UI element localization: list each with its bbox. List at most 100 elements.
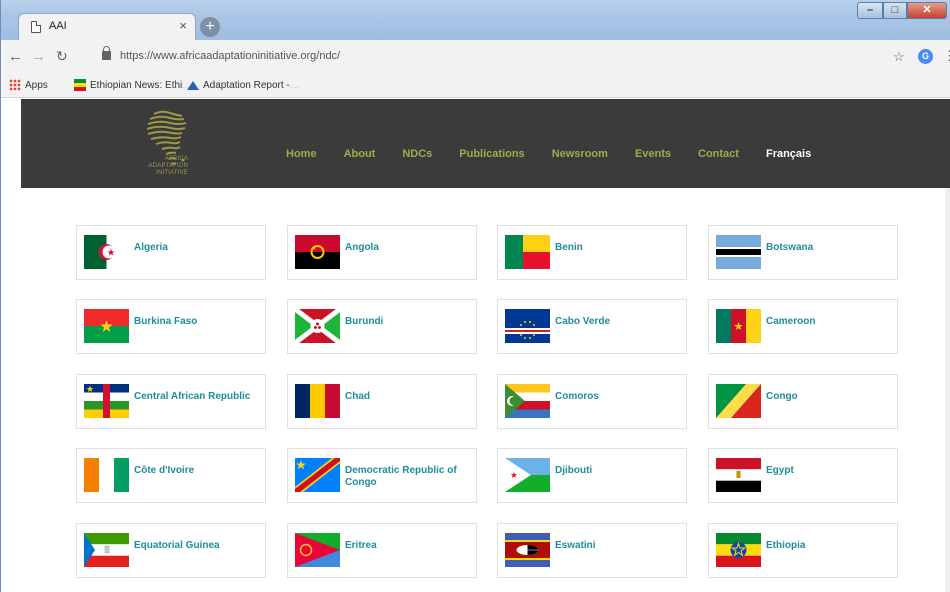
country-name-link[interactable]: Congo <box>766 391 894 403</box>
forward-arrow-icon[interactable]: → <box>31 48 46 65</box>
country-name-link[interactable]: Chad <box>345 391 473 403</box>
nav-ndcs[interactable]: NDCs <box>402 148 432 160</box>
equatorial-guinea-flag-icon <box>84 533 129 567</box>
country-name-link[interactable]: Egypt <box>766 465 894 477</box>
country-name-link[interactable]: Comoros <box>555 391 683 403</box>
country-name-link[interactable]: Cameroon <box>766 316 894 328</box>
country-card-egypt[interactable]: Egypt <box>708 448 898 503</box>
back-arrow-icon[interactable]: ← <box>8 48 23 65</box>
nav-about[interactable]: About <box>344 148 376 160</box>
country-card-equatorial-guinea[interactable]: Equatorial Guinea <box>76 523 266 578</box>
country-name-link[interactable]: Algeria <box>134 242 262 254</box>
country-card-burkina-faso[interactable]: Burkina Faso <box>76 299 266 354</box>
country-card-algeria[interactable]: Algeria <box>76 225 266 280</box>
country-name-link[interactable]: Djibouti <box>555 465 683 477</box>
country-card-eritrea[interactable]: Eritrea <box>287 523 477 578</box>
window-controls: – □ ✕ <box>857 2 947 20</box>
nav-contact[interactable]: Contact <box>698 148 739 160</box>
country-name-link[interactable]: Equatorial Guinea <box>134 540 262 552</box>
congo-flag-icon <box>716 384 761 418</box>
cameroon-flag-icon <box>716 309 761 343</box>
page-icon <box>31 21 41 33</box>
bookmark-star-icon[interactable]: ☆ <box>893 49 905 65</box>
angola-flag-icon <box>295 235 340 269</box>
country-card-chad[interactable]: Chad <box>287 374 477 429</box>
browser-window: AAI × + – □ ✕ ← → ↻ https://www.africaad… <box>0 0 950 592</box>
country-name-link[interactable]: Botswana <box>766 242 894 254</box>
nav-events[interactable]: Events <box>635 148 671 160</box>
country-card-cameroon[interactable]: Cameroon <box>708 299 898 354</box>
eritrea-flag-icon <box>295 533 340 567</box>
nav-francais[interactable]: Français <box>766 148 811 160</box>
djibouti-flag-icon <box>505 458 550 492</box>
nav-newsroom[interactable]: Newsroom <box>552 148 608 160</box>
burkina-faso-flag-icon <box>84 309 129 343</box>
nav-publications[interactable]: Publications <box>459 148 524 160</box>
menu-kebab-icon[interactable]: ⋮ <box>943 48 950 64</box>
address-bar[interactable]: https://www.africaadaptationinitiative.o… <box>98 46 878 67</box>
country-name-link[interactable]: Cabo Verde <box>555 316 683 328</box>
country-name-link[interactable]: Côte d'Ivoire <box>134 465 262 477</box>
country-card-djibouti[interactable]: Djibouti <box>497 448 687 503</box>
bookmark-label: Ethiopian News: Ethi <box>90 79 183 91</box>
country-card-cote-divoire[interactable]: Côte d'Ivoire <box>76 448 266 503</box>
ethiopia-flag-icon <box>74 79 86 91</box>
lock-icon <box>102 46 111 60</box>
country-card-central-african-republic[interactable]: Central African Republic <box>76 374 266 429</box>
bookmark-ethiopian-news[interactable]: Ethiopian News: Ethi… <box>74 79 192 91</box>
country-name-link[interactable]: Burkina Faso <box>134 316 262 328</box>
country-card-eswatini[interactable]: Eswatini <box>497 523 687 578</box>
country-name-link[interactable]: Eswatini <box>555 540 683 552</box>
chad-flag-icon <box>295 384 340 418</box>
country-card-comoros[interactable]: Comoros <box>497 374 687 429</box>
country-card-burundi[interactable]: Burundi <box>287 299 477 354</box>
bookmark-label: Adaptation Report - <box>203 79 290 91</box>
new-tab-button[interactable]: + <box>200 17 220 37</box>
country-card-ethiopia[interactable]: Ethiopia <box>708 523 898 578</box>
dr-congo-flag-icon <box>295 458 340 492</box>
cabo-verde-flag-icon <box>505 309 550 343</box>
benin-flag-icon <box>505 235 550 269</box>
maximize-button[interactable]: □ <box>883 2 907 19</box>
country-name-link[interactable]: Democratic Republic of Congo <box>345 465 473 489</box>
cote-divoire-flag-icon <box>84 458 129 492</box>
title-bar: AAI × + – □ ✕ <box>1 0 950 40</box>
country-name-link[interactable]: Ethiopia <box>766 540 894 552</box>
country-name-link[interactable]: Eritrea <box>345 540 473 552</box>
country-card-dr-congo[interactable]: Democratic Republic of Congo <box>287 448 477 503</box>
comoros-flag-icon <box>505 384 550 418</box>
nav-home[interactable]: Home <box>286 148 317 160</box>
close-window-button[interactable]: ✕ <box>907 2 947 19</box>
site-logo[interactable]: AFRICA ADAPTATION INITIATIVE <box>128 108 198 180</box>
country-card-cabo-verde[interactable]: Cabo Verde <box>497 299 687 354</box>
central-african-republic-flag-icon <box>84 384 129 418</box>
country-name-link[interactable]: Central African Republic <box>134 391 262 403</box>
main-navigation: Home About NDCs Publications Newsroom Ev… <box>286 148 838 160</box>
country-card-botswana[interactable]: Botswana <box>708 225 898 280</box>
country-card-benin[interactable]: Benin <box>497 225 687 280</box>
adaptation-icon <box>187 79 199 91</box>
profile-avatar[interactable]: G <box>918 49 933 64</box>
minimize-button[interactable]: – <box>857 2 883 19</box>
tab-close-button[interactable]: × <box>179 18 187 33</box>
bookmark-adaptation-report[interactable]: Adaptation Report -… <box>187 79 300 91</box>
apps-grid-icon <box>9 79 21 91</box>
tab-title: AAI <box>49 20 67 32</box>
eswatini-flag-icon <box>505 533 550 567</box>
page-scrollbar[interactable] <box>945 188 950 592</box>
url-text: https://www.africaadaptationinitiative.o… <box>120 50 341 62</box>
bookmark-label: Apps <box>25 79 48 91</box>
reload-icon[interactable]: ↻ <box>56 48 68 65</box>
ethiopia-flag-icon <box>716 533 761 567</box>
country-name-link[interactable]: Benin <box>555 242 683 254</box>
browser-toolbar: ← → ↻ https://www.africaadaptationinitia… <box>1 40 950 74</box>
country-name-link[interactable]: Burundi <box>345 316 473 328</box>
bookmark-apps[interactable]: Apps <box>9 79 48 91</box>
country-card-angola[interactable]: Angola <box>287 225 477 280</box>
botswana-flag-icon <box>716 235 761 269</box>
country-name-link[interactable]: Angola <box>345 242 473 254</box>
egypt-flag-icon <box>716 458 761 492</box>
algeria-flag-icon <box>84 235 129 269</box>
browser-tab[interactable]: AAI × <box>18 13 196 40</box>
country-card-congo[interactable]: Congo <box>708 374 898 429</box>
